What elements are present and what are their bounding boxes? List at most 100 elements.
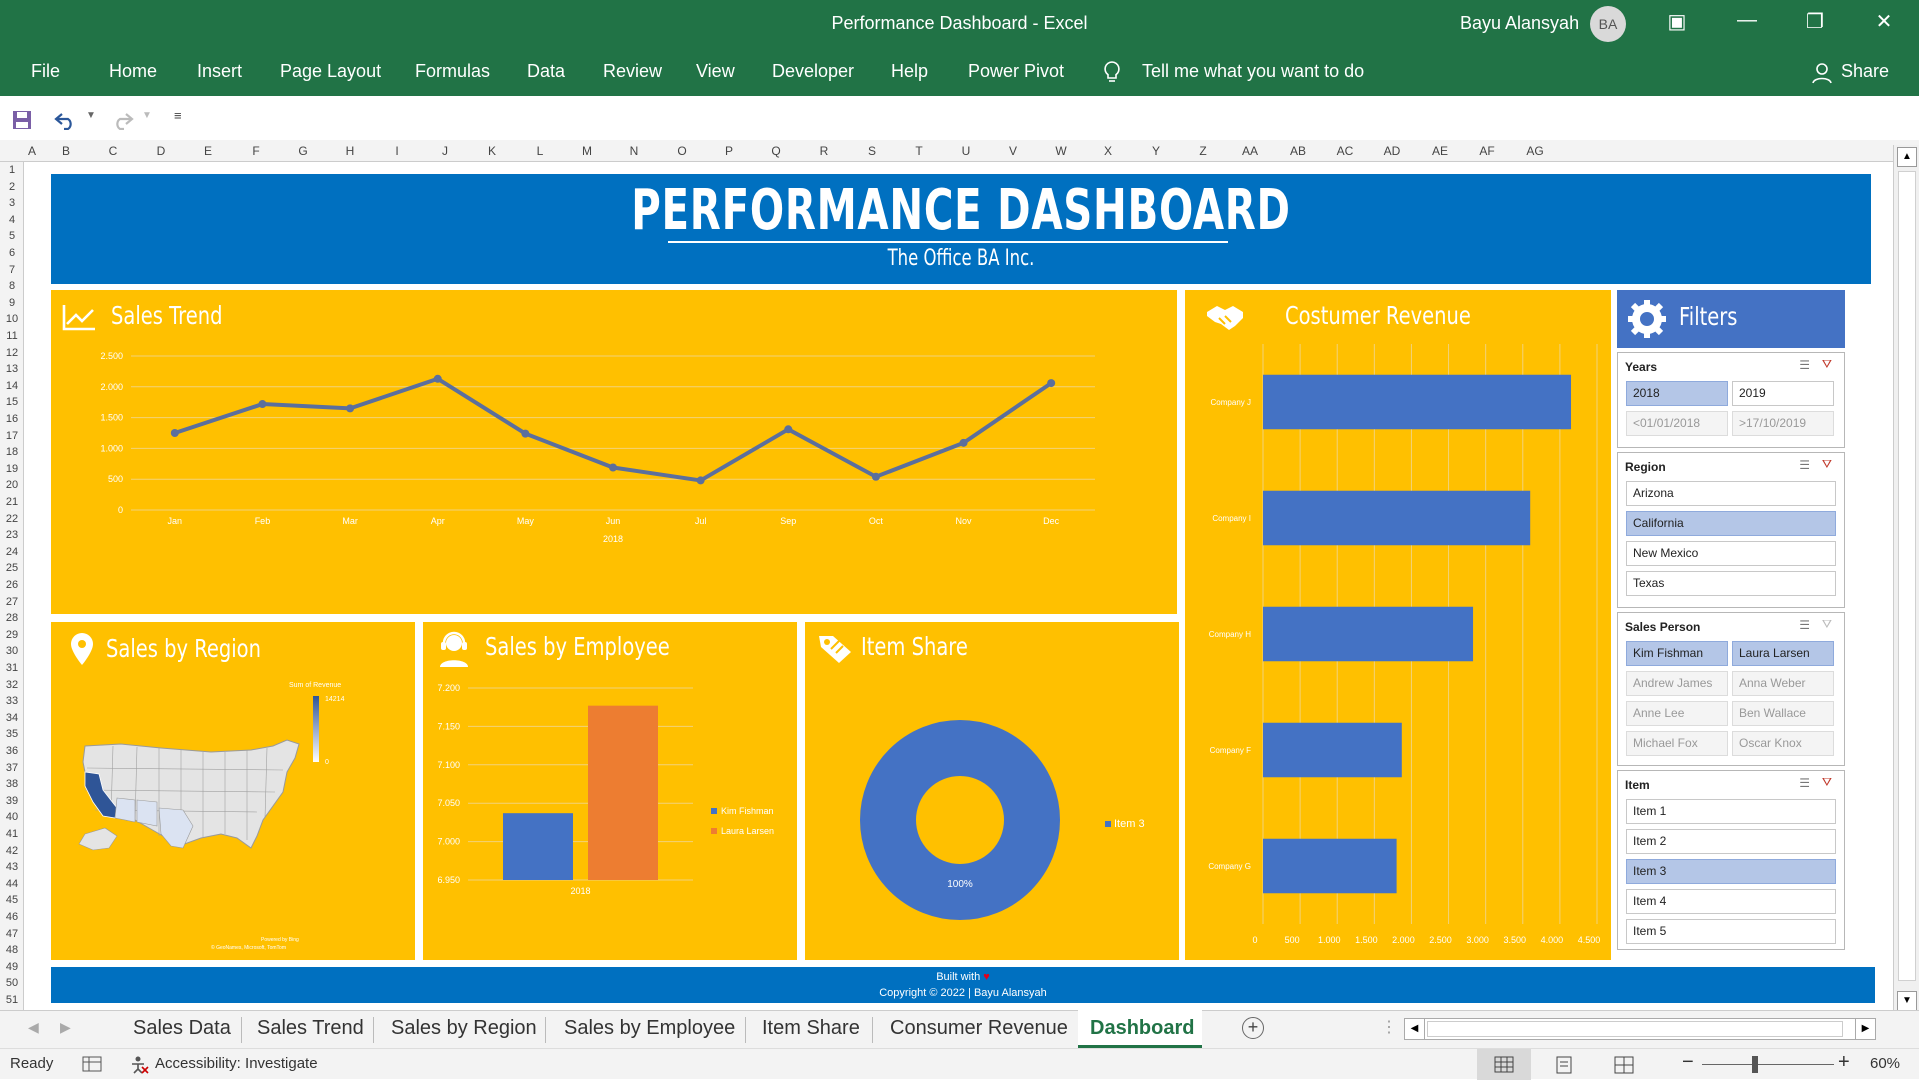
slicer-item[interactable]: 2019	[1732, 381, 1834, 406]
column-header[interactable]: AE	[1420, 144, 1460, 158]
zoom-in-icon[interactable]: +	[1838, 1051, 1850, 1074]
row-header[interactable]: 34	[0, 712, 23, 724]
column-header[interactable]: C	[93, 144, 133, 158]
row-header[interactable]: 6	[0, 247, 23, 259]
customer-revenue-chart[interactable]: 0 500 1.000 1.500 2.000 2.500 3.000 3.500 4.000 4…	[1185, 290, 1611, 960]
row-header[interactable]: 28	[0, 612, 23, 624]
hscroll-left-icon[interactable]: ◀	[1405, 1019, 1425, 1039]
slicer-item[interactable]: Item 5	[1626, 919, 1836, 944]
scroll-down-icon[interactable]: ▼	[1897, 991, 1917, 1011]
row-header[interactable]: 10	[0, 313, 23, 325]
multi-select-icon[interactable]: ☰	[1799, 618, 1810, 632]
scroll-thumb[interactable]	[1898, 171, 1916, 981]
row-header[interactable]: 44	[0, 878, 23, 890]
item-share-panel[interactable]: Item Share 100% Item 3	[805, 622, 1179, 960]
menu-help[interactable]: Help	[891, 61, 928, 82]
minimize-icon[interactable]: —	[1732, 9, 1762, 32]
row-header[interactable]: 43	[0, 861, 23, 873]
column-header[interactable]: O	[662, 144, 702, 158]
slicer-item[interactable]: Item 1	[1626, 799, 1836, 824]
slicer-item[interactable]: Arizona	[1626, 481, 1836, 506]
tab-dashboard[interactable]: Dashboard	[1090, 1017, 1194, 1040]
redo-icon[interactable]	[110, 110, 134, 130]
tab-sales-by-employee[interactable]: Sales by Employee	[564, 1017, 735, 1040]
column-header[interactable]: K	[472, 144, 512, 158]
sales-trend-panel[interactable]: Sales Trend 2.500 2.000 1.500 1.000 500 0 Jan F…	[51, 290, 1177, 614]
column-header[interactable]: J	[425, 144, 465, 158]
ribbon-display-options-icon[interactable]: ▣	[1662, 9, 1692, 34]
slicer-item[interactable]: New Mexico	[1626, 541, 1836, 566]
share-button[interactable]: Share	[1841, 61, 1889, 82]
zoom-slider-thumb[interactable]	[1752, 1056, 1758, 1073]
row-header[interactable]: 33	[0, 695, 23, 707]
row-header[interactable]: 40	[0, 811, 23, 823]
sheet-stats-icon[interactable]	[82, 1056, 102, 1072]
menu-data[interactable]: Data	[527, 61, 565, 82]
tab-scroll-left-icon[interactable]: ◀	[28, 1019, 39, 1036]
slicer-item[interactable]: Laura Larsen	[1732, 641, 1834, 666]
row-header[interactable]: 19	[0, 463, 23, 475]
row-header[interactable]: 39	[0, 795, 23, 807]
row-header[interactable]: 50	[0, 977, 23, 989]
column-header[interactable]: Y	[1136, 144, 1176, 158]
sales-employee-panel[interactable]: Sales by Employee 7.200 7.150 7.100 7.050 7.…	[423, 622, 797, 960]
row-header[interactable]: 48	[0, 944, 23, 956]
column-header[interactable]: X	[1088, 144, 1128, 158]
row-header[interactable]: 41	[0, 828, 23, 840]
accessibility-status[interactable]: Accessibility: Investigate	[155, 1055, 318, 1072]
tab-sales-trend[interactable]: Sales Trend	[257, 1017, 364, 1040]
column-header[interactable]: T	[899, 144, 939, 158]
slicer-item[interactable]: Item 2	[1626, 829, 1836, 854]
column-header[interactable]: Z	[1183, 144, 1223, 158]
row-header[interactable]: 23	[0, 529, 23, 541]
row-header[interactable]: 1	[0, 164, 23, 176]
us-map-chart[interactable]: Sum of Revenue 14214 0 Powered by Bing ©…	[51, 622, 415, 960]
menu-file[interactable]: File	[31, 61, 60, 82]
row-header[interactable]: 22	[0, 513, 23, 525]
column-header[interactable]: AC	[1325, 144, 1365, 158]
column-header[interactable]: V	[993, 144, 1033, 158]
row-header[interactable]: 36	[0, 745, 23, 757]
tab-split-handle[interactable]: ⋮	[1381, 1017, 1397, 1037]
clear-filter-icon[interactable]: ⛛	[1822, 357, 1832, 372]
row-header[interactable]: 29	[0, 629, 23, 641]
normal-view-icon[interactable]	[1494, 1056, 1514, 1073]
row-header[interactable]: 8	[0, 280, 23, 292]
clear-filter-icon[interactable]: ⛛	[1822, 617, 1832, 632]
tab-sales-data[interactable]: Sales Data	[133, 1017, 231, 1040]
zoom-level[interactable]: 60%	[1870, 1055, 1900, 1072]
slicer-item[interactable]: <01/01/2018	[1626, 411, 1728, 436]
column-header[interactable]: AD	[1372, 144, 1412, 158]
row-header[interactable]: 5	[0, 230, 23, 242]
column-header[interactable]: Q	[756, 144, 796, 158]
row-header[interactable]: 21	[0, 496, 23, 508]
clear-filter-icon[interactable]: ⛛	[1822, 775, 1832, 790]
row-header[interactable]: 24	[0, 546, 23, 558]
column-header[interactable]: D	[141, 144, 181, 158]
row-header[interactable]: 12	[0, 347, 23, 359]
redo-dropdown-icon[interactable]: ▼	[142, 110, 152, 121]
row-header[interactable]: 32	[0, 679, 23, 691]
page-layout-view-icon[interactable]	[1555, 1056, 1573, 1074]
column-header[interactable]: F	[236, 144, 276, 158]
row-header[interactable]: 46	[0, 911, 23, 923]
row-header[interactable]: 47	[0, 928, 23, 940]
slicer-item[interactable]: Anna Weber	[1732, 671, 1834, 696]
avatar[interactable]: BA	[1590, 6, 1626, 42]
slicer-item[interactable]: Ben Wallace	[1732, 701, 1834, 726]
slicer-item[interactable]: Item 3	[1626, 859, 1836, 884]
horizontal-scrollbar[interactable]: ◀ ▶	[1404, 1018, 1876, 1040]
slicer-item[interactable]: 2018	[1626, 381, 1728, 406]
vertical-scrollbar[interactable]: ▲ ▼	[1893, 145, 1919, 1015]
multi-select-icon[interactable]: ☰	[1799, 358, 1810, 372]
row-header[interactable]: 45	[0, 894, 23, 906]
accessibility-icon[interactable]	[130, 1056, 150, 1074]
row-header[interactable]: 35	[0, 728, 23, 740]
column-header[interactable]: W	[1041, 144, 1081, 158]
row-header[interactable]: 9	[0, 297, 23, 309]
customize-qat-icon[interactable]: ≡	[174, 108, 182, 123]
slicer-item[interactable]: >17/10/2019	[1732, 411, 1834, 436]
slicer-item[interactable]: Oscar Knox	[1732, 731, 1834, 756]
row-header[interactable]: 4	[0, 214, 23, 226]
tab-sales-by-region[interactable]: Sales by Region	[391, 1017, 537, 1040]
